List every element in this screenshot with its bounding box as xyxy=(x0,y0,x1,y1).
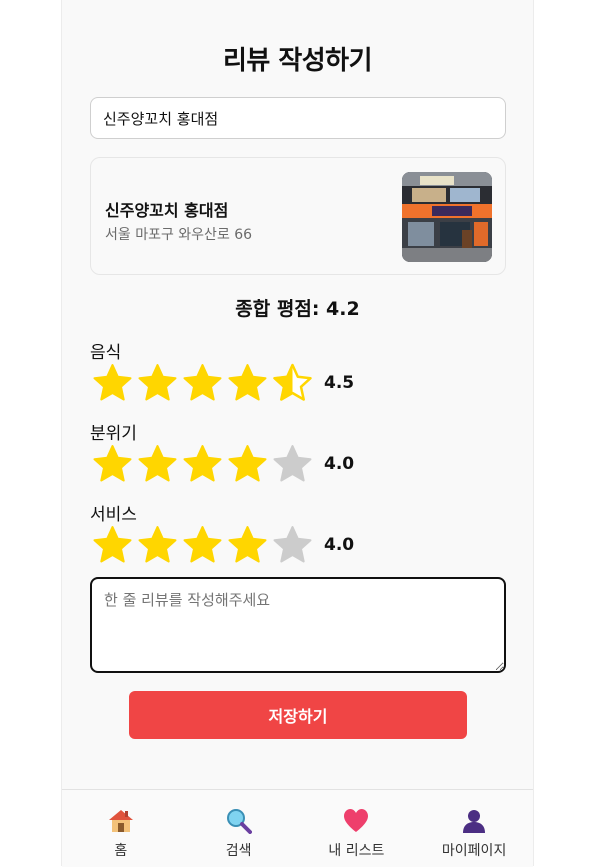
star-icon[interactable] xyxy=(180,525,225,565)
rating-label-atmosphere: 분위기 xyxy=(90,424,137,444)
page-title: 리뷰 작성하기 xyxy=(222,46,373,76)
rating-stars-service[interactable] xyxy=(90,525,315,565)
nav-label-search: 검색 xyxy=(225,843,252,859)
nav-label-home: 홈 xyxy=(114,843,128,859)
restaurant-photo xyxy=(402,172,492,262)
rating-stars-atmosphere[interactable] xyxy=(90,444,315,484)
star-icon[interactable] xyxy=(135,363,180,403)
heart-icon xyxy=(344,809,369,832)
person-icon xyxy=(463,810,486,833)
save-button[interactable]: 저장하기 xyxy=(129,691,467,739)
star-icon[interactable] xyxy=(180,363,225,403)
star-icon[interactable] xyxy=(180,444,225,484)
star-icon[interactable] xyxy=(270,444,315,484)
rating-label-food: 음식 xyxy=(90,343,122,363)
rating-label-service: 서비스 xyxy=(90,505,137,525)
nav-item-my-list[interactable]: 내 리스트 xyxy=(298,790,416,867)
bottom-nav: 홈 검색 내 리스트 마이페이지 xyxy=(62,789,533,867)
restaurant-address: 서울 마포구 와우산로 66 xyxy=(105,227,253,243)
restaurant-search-input[interactable] xyxy=(90,97,506,139)
star-icon[interactable] xyxy=(135,525,180,565)
rating-value-service: 4.0 xyxy=(324,535,355,555)
star-icon[interactable] xyxy=(225,444,270,484)
search-icon xyxy=(226,809,252,834)
restaurant-name: 신주양꼬치 홍대점 xyxy=(105,201,229,220)
review-page: 리뷰 작성하기 신주양꼬치 홍대점 서울 마포구 와우산로 66 xyxy=(61,0,534,867)
rating-value-atmosphere: 4.0 xyxy=(324,454,355,474)
overall-rating: 종합 평점: 4.2 xyxy=(235,298,360,320)
review-textarea[interactable] xyxy=(90,577,506,673)
star-icon[interactable] xyxy=(225,363,270,403)
home-icon xyxy=(108,810,133,832)
nav-item-search[interactable]: 검색 xyxy=(180,790,298,867)
star-icon[interactable] xyxy=(225,525,270,565)
star-icon[interactable] xyxy=(90,444,135,484)
star-icon[interactable] xyxy=(135,444,180,484)
nav-item-home[interactable]: 홈 xyxy=(62,790,180,867)
star-icon[interactable] xyxy=(90,525,135,565)
star-icon[interactable] xyxy=(270,363,315,403)
nav-label-my-page: 마이페이지 xyxy=(441,843,507,859)
nav-label-my-list: 내 리스트 xyxy=(328,843,385,859)
rating-stars-food[interactable] xyxy=(90,363,315,403)
restaurant-card[interactable]: 신주양꼬치 홍대점 서울 마포구 와우산로 66 xyxy=(90,157,506,275)
star-icon[interactable] xyxy=(270,525,315,565)
star-icon[interactable] xyxy=(90,363,135,403)
rating-value-food: 4.5 xyxy=(324,373,355,393)
nav-item-my-page[interactable]: 마이페이지 xyxy=(415,790,533,867)
